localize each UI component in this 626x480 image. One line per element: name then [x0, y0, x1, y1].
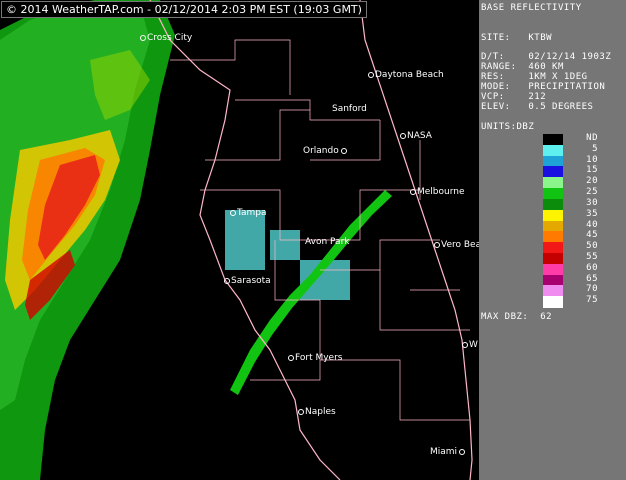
city-label-vero-beach: Vero Beach — [434, 240, 479, 250]
legend-swatch — [543, 177, 563, 189]
legend-label: 50 — [586, 241, 598, 252]
city-marker-icon — [434, 241, 440, 248]
legend-label: 30 — [586, 197, 598, 208]
legend-swatch — [543, 274, 563, 286]
elev-row: ELEV: 0.5 DEGREES — [481, 102, 593, 112]
city-marker-icon — [230, 209, 236, 216]
vcp-value: 212 — [528, 92, 547, 102]
legend-label: 55 — [586, 251, 598, 262]
units-value: DBZ — [516, 122, 535, 132]
res-value: 1KM X 1DEG — [528, 72, 588, 82]
city-label-tampa: Tampa — [230, 208, 267, 218]
legend-label: 15 — [586, 165, 598, 176]
legend-label: ND — [586, 133, 598, 143]
site-label: SITE: — [481, 33, 511, 43]
elev-label: ELEV: — [481, 102, 511, 112]
city-label-w: W — [462, 340, 478, 350]
city-label-melbourne: Melbourne — [410, 187, 465, 197]
city-label-miami: Miami — [430, 447, 466, 457]
legend-label: 65 — [586, 273, 598, 284]
city-label-naples: Naples — [298, 407, 336, 417]
dbz-color-legend — [543, 134, 563, 308]
county-lines — [170, 39, 470, 421]
legend-swatch — [543, 155, 563, 167]
legend-swatch — [543, 144, 563, 157]
city-marker-icon — [298, 408, 304, 415]
legend-swatch — [543, 231, 563, 243]
dt-row: D/T: 02/12/14 1903Z — [481, 52, 611, 62]
legend-swatch — [543, 285, 563, 297]
city-marker-icon — [459, 448, 466, 455]
mode-row: MODE: PRECIPITATION — [481, 82, 605, 92]
city-marker-icon — [462, 341, 468, 348]
legend-swatch — [543, 263, 563, 276]
vcp-label: VCP: — [481, 92, 505, 102]
legend-swatch — [543, 198, 563, 211]
legend-label: 75 — [586, 295, 598, 306]
city-marker-icon — [368, 71, 374, 78]
max-dbz-value: 62 — [540, 312, 553, 322]
elev-value: 0.5 DEGREES — [528, 102, 594, 112]
city-marker-icon — [400, 132, 406, 139]
legend-swatch — [543, 242, 563, 254]
dt-label: D/T: — [481, 52, 505, 62]
city-marker-icon — [340, 147, 347, 154]
city-label-orlando: Orlando — [303, 146, 348, 156]
timestamp-banner: © 2014 WeatherTAP.com - 02/12/2014 2:03 … — [1, 1, 367, 18]
city-label-daytona-beach: Daytona Beach — [368, 70, 444, 80]
res-label: RES: — [481, 72, 505, 82]
legend-label: 5 — [592, 143, 598, 154]
vcp-row: VCP: 212 — [481, 92, 546, 102]
legend-label: 10 — [586, 154, 598, 165]
city-marker-icon — [224, 277, 230, 284]
city-marker-icon — [410, 188, 416, 195]
legend-label: 40 — [586, 219, 598, 230]
city-marker-icon — [288, 354, 294, 361]
radar-viewer: { "timestamp": "\u00a9 2014 WeatherTAP.c… — [0, 0, 626, 480]
legend-label: 35 — [586, 208, 598, 219]
city-label-sanford: Sanford — [332, 104, 367, 114]
dt-value: 02/12/14 1903Z — [528, 52, 612, 62]
legend-label: 20 — [586, 176, 598, 187]
legend-swatch — [543, 209, 563, 221]
range-label: RANGE: — [481, 62, 517, 72]
legend-swatch — [543, 252, 563, 265]
res-row: RES: 1KM X 1DEG — [481, 72, 588, 82]
site-value: KTBW — [528, 33, 553, 43]
product-title: BASE REFLECTIVITY — [481, 3, 582, 13]
info-panel: BASE REFLECTIVITY SITE: KTBW D/T: 02/12/… — [479, 0, 626, 480]
range-row: RANGE: 460 KM — [481, 62, 564, 72]
city-label-cross-city: Cross City — [140, 33, 192, 43]
units-label: UNITS: — [481, 122, 517, 132]
legend-swatch — [543, 166, 563, 178]
legend-swatch — [543, 296, 563, 308]
legend-swatch — [543, 134, 563, 146]
range-value: 460 KM — [528, 62, 564, 72]
city-label-avon-park: Avon Park — [305, 237, 350, 247]
legend-label: 70 — [586, 284, 598, 295]
legend-swatch — [543, 220, 563, 232]
units-row: UNITS:DBZ — [481, 122, 534, 132]
mode-label: MODE: — [481, 82, 511, 92]
radar-map[interactable]: © 2014 WeatherTAP.com - 02/12/2014 2:03 … — [0, 0, 479, 480]
city-marker-icon — [140, 34, 146, 41]
legend-label: 60 — [586, 262, 598, 273]
city-label-fort-myers: Fort Myers — [288, 353, 342, 363]
legend-label: 25 — [586, 187, 598, 198]
site-row: SITE: KTBW — [481, 33, 552, 43]
city-label-sarasota: Sarasota — [224, 276, 271, 286]
legend-label: 45 — [586, 230, 598, 241]
max-dbz-label: MAX DBZ: — [481, 312, 529, 322]
city-label-nasa: NASA — [400, 131, 432, 141]
legend-swatch — [543, 188, 563, 200]
max-dbz-row: MAX DBZ: 62 — [481, 312, 552, 322]
mode-value: PRECIPITATION — [528, 82, 606, 92]
